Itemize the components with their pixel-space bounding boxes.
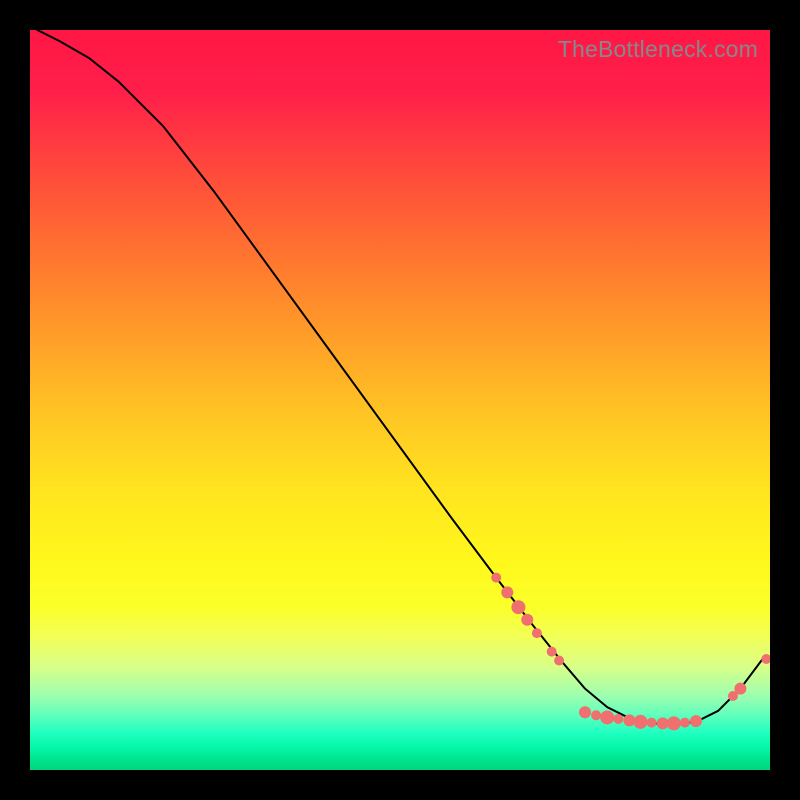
chart-plot [30, 30, 770, 770]
data-point [532, 628, 542, 638]
data-point [647, 718, 657, 728]
data-point [554, 655, 564, 665]
data-point [491, 573, 501, 583]
data-point [734, 683, 746, 695]
data-point [591, 710, 601, 720]
data-point [761, 654, 770, 664]
data-point [634, 715, 648, 729]
data-point [623, 714, 635, 726]
data-point [667, 716, 681, 730]
data-point [680, 718, 690, 728]
data-point [547, 647, 557, 657]
data-point [579, 706, 591, 718]
data-point [600, 710, 614, 724]
data-point [521, 614, 533, 626]
data-point [613, 714, 623, 724]
data-point [501, 586, 513, 598]
data-point [690, 715, 702, 727]
bottleneck-curve [37, 30, 762, 724]
data-point [511, 600, 525, 614]
chart-background: TheBottleneck.com [30, 30, 770, 770]
marker-layer [491, 573, 770, 731]
